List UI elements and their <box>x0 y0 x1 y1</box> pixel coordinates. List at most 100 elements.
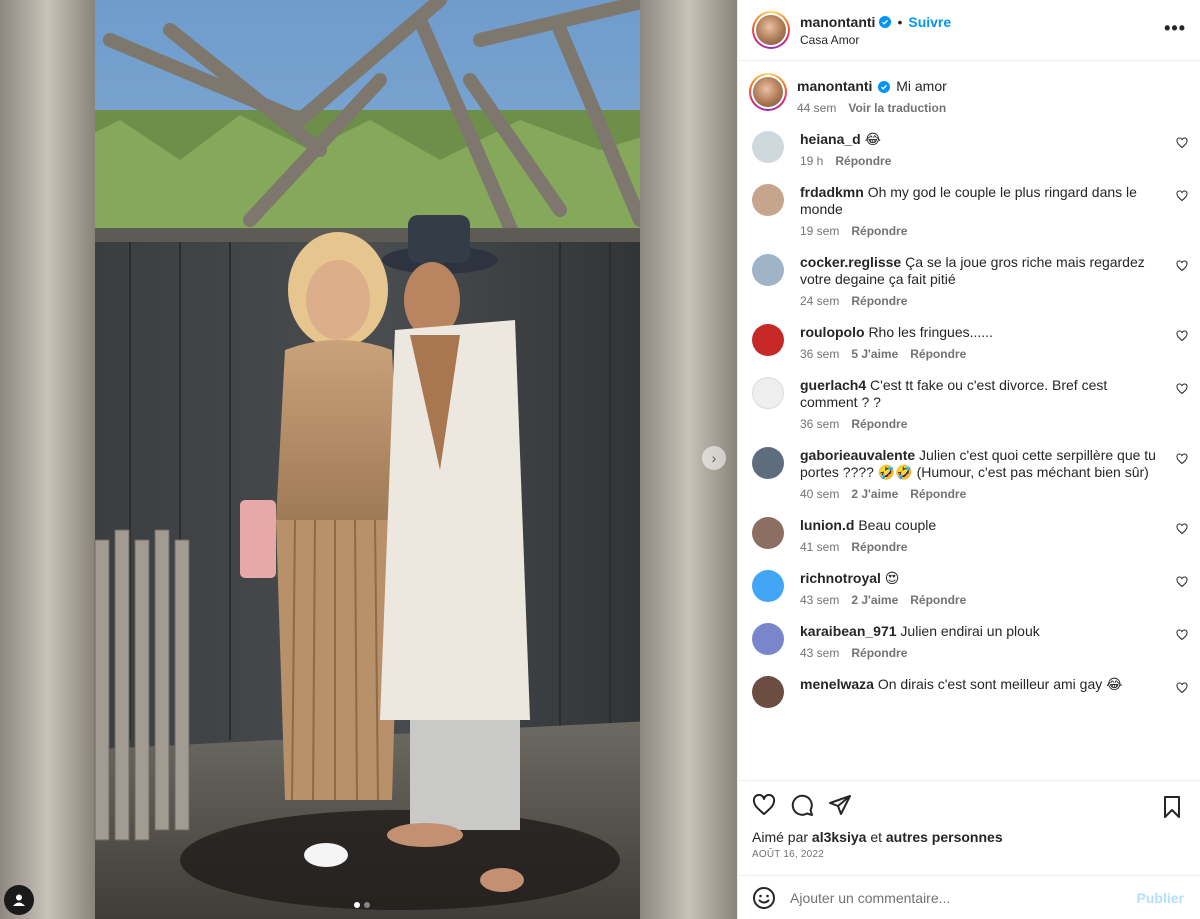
heart-icon[interactable] <box>1176 330 1188 342</box>
tagged-users-button[interactable] <box>4 885 34 915</box>
verified-badge-icon <box>878 81 891 93</box>
comment-username[interactable]: roulopolo <box>800 324 865 340</box>
heart-icon[interactable] <box>1176 260 1188 272</box>
comment-text: 😂 <box>864 131 881 147</box>
heart-icon[interactable] <box>1176 190 1188 202</box>
comment-text: On dirais c'est sont meilleur ami gay 😂 <box>877 676 1123 692</box>
emoji-icon[interactable] <box>752 886 776 910</box>
post-media[interactable]: › <box>0 0 737 919</box>
reply-button[interactable]: Répondre <box>851 417 907 431</box>
comment-time: 43 sem <box>800 593 840 607</box>
reply-button[interactable]: Répondre <box>851 294 907 308</box>
author-info: manontanti • Suivre Casa Amor <box>800 14 951 47</box>
comment-time: 24 sem <box>800 294 840 308</box>
post-side-panel: manontanti • Suivre Casa Amor ••• manont… <box>737 0 1200 919</box>
comment-avatar[interactable] <box>752 447 784 479</box>
comment-input[interactable] <box>790 889 1137 906</box>
chevron-right-icon: › <box>711 450 717 466</box>
carousel-dots <box>354 902 370 908</box>
comment-item: gaborieauvalente Julien c'est quoi cette… <box>752 447 1188 501</box>
comment-item: guerlach4 C'est tt fake ou c'est divorce… <box>752 377 1188 431</box>
heart-icon[interactable] <box>1176 682 1188 694</box>
reply-button[interactable]: Répondre <box>835 154 891 168</box>
heart-icon[interactable] <box>1176 383 1188 395</box>
comment-username[interactable]: lunion.d <box>800 517 854 533</box>
author-username[interactable]: manontanti <box>800 14 875 30</box>
carousel-dot <box>364 902 370 908</box>
comment-username[interactable]: gaborieauvalente <box>800 447 915 463</box>
reply-button[interactable]: Répondre <box>851 224 907 238</box>
comment-item: roulopolo Rho les fringues...... 36 sem 5… <box>752 324 1188 361</box>
comment-username[interactable]: richnotroyal <box>800 570 881 586</box>
heart-icon[interactable] <box>1176 137 1188 149</box>
follow-button[interactable]: Suivre <box>908 14 951 30</box>
post-header: manontanti • Suivre Casa Amor ••• <box>738 0 1200 61</box>
see-translation-link[interactable]: Voir la traduction <box>848 101 946 115</box>
likes-user[interactable]: al3ksiya <box>812 829 867 845</box>
author-avatar[interactable] <box>752 11 790 49</box>
verified-badge-icon <box>879 15 892 28</box>
reply-button[interactable]: Répondre <box>910 487 966 501</box>
caption-avatar[interactable] <box>749 73 787 111</box>
comment-username[interactable]: cocker.reglisse <box>800 254 901 270</box>
likes-conj: et <box>870 829 882 845</box>
comment-avatar[interactable] <box>752 131 784 163</box>
likes-prefix: Aimé par <box>752 829 809 845</box>
comment-likes-count[interactable]: 2 J'aime <box>851 593 898 607</box>
comment-item: richnotroyal 😍 43 sem 2 J'aime Répondre <box>752 570 1188 607</box>
comment-avatar[interactable] <box>752 377 784 409</box>
heart-icon[interactable] <box>1176 453 1188 465</box>
comment-item: menelwaza On dirais c'est sont meilleur … <box>752 676 1188 708</box>
heart-icon[interactable] <box>1176 523 1188 535</box>
reply-button[interactable]: Répondre <box>910 593 966 607</box>
carousel-next-button[interactable]: › <box>702 446 726 470</box>
comments-list[interactable]: manontanti Mi amor 44 sem Voir la traduc… <box>738 61 1200 780</box>
reply-button[interactable]: Répondre <box>851 646 907 660</box>
caption-username[interactable]: manontanti <box>797 78 872 94</box>
comment-likes-count[interactable]: 5 J'aime <box>851 347 898 361</box>
caption-text: Mi amor <box>896 78 947 94</box>
comment-item: heiana_d 😂 19 h Répondre <box>752 131 1188 168</box>
post-date: AOÛT 16, 2022 <box>752 849 824 860</box>
heart-icon[interactable] <box>752 793 776 817</box>
likes-others[interactable]: autres personnes <box>886 829 1003 845</box>
comment-avatar[interactable] <box>752 254 784 286</box>
heart-icon[interactable] <box>1176 576 1188 588</box>
comment-text: Julien endirai un plouk <box>900 623 1040 639</box>
dot-separator: • <box>897 13 903 30</box>
comment-username[interactable]: karaibean_971 <box>800 623 897 639</box>
comment-text: Beau couple <box>858 517 937 533</box>
comment-item: lunion.d Beau couple 41 sem Répondre <box>752 517 1188 554</box>
reply-button[interactable]: Répondre <box>910 347 966 361</box>
comment-username[interactable]: guerlach4 <box>800 377 866 393</box>
comment-composer: Publier <box>738 875 1200 919</box>
publish-button[interactable]: Publier <box>1137 890 1184 906</box>
comment-text: Rho les fringues...... <box>868 324 993 340</box>
comment-avatar[interactable] <box>752 623 784 655</box>
comment-time: 43 sem <box>800 646 840 660</box>
comment-avatar[interactable] <box>752 324 784 356</box>
comment-username[interactable]: heiana_d <box>800 131 861 147</box>
comment-avatar[interactable] <box>752 184 784 216</box>
post-actions: Aimé par al3ksiya et autres personnes AO… <box>738 780 1200 875</box>
caption-time: 44 sem <box>797 101 837 115</box>
comment-time: 36 sem <box>800 347 840 361</box>
share-icon[interactable] <box>828 793 852 817</box>
post-location[interactable]: Casa Amor <box>800 33 951 47</box>
post-photo <box>0 0 737 919</box>
comment-likes-count[interactable]: 2 J'aime <box>851 487 898 501</box>
comment-avatar[interactable] <box>752 570 784 602</box>
comment-avatar[interactable] <box>752 676 784 708</box>
comment-time: 40 sem <box>800 487 840 501</box>
comment-item: karaibean_971 Julien endirai un plouk 43… <box>752 623 1188 660</box>
reply-button[interactable]: Répondre <box>851 540 907 554</box>
likes-summary[interactable]: Aimé par al3ksiya et autres personnes <box>752 829 1184 845</box>
post-caption: manontanti Mi amor 44 sem Voir la traduc… <box>749 73 1184 115</box>
more-options-icon[interactable]: ••• <box>1164 18 1186 39</box>
heart-icon[interactable] <box>1176 629 1188 641</box>
comment-avatar[interactable] <box>752 517 784 549</box>
comment-icon[interactable] <box>790 793 814 817</box>
comment-username[interactable]: menelwaza <box>800 676 874 692</box>
comment-username[interactable]: frdadkmn <box>800 184 864 200</box>
bookmark-icon[interactable] <box>1160 795 1184 819</box>
